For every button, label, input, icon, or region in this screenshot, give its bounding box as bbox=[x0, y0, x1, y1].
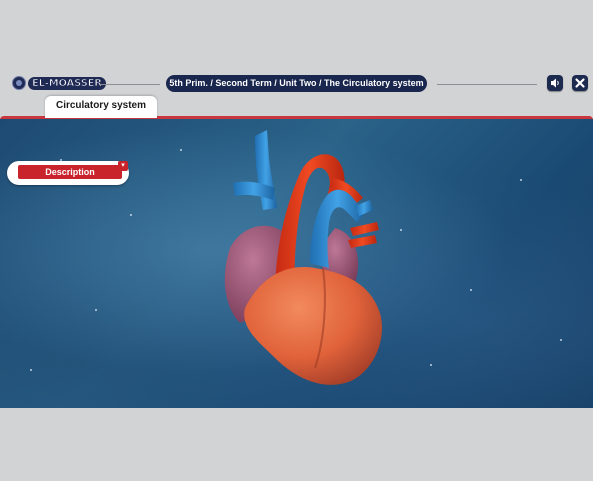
chevron-down-icon[interactable]: ▾ bbox=[118, 161, 128, 171]
close-button[interactable] bbox=[572, 75, 588, 91]
breadcrumb: 5th Prim. / Second Term / Unit Two / The… bbox=[166, 75, 427, 92]
superior-vena-cava bbox=[255, 130, 277, 210]
header-divider-left bbox=[100, 84, 160, 85]
star bbox=[180, 149, 182, 151]
star bbox=[95, 309, 97, 311]
logo: EL-MOASSER bbox=[12, 75, 106, 91]
logo-text: EL-MOASSER bbox=[28, 76, 106, 90]
description-button[interactable]: Description bbox=[18, 165, 122, 179]
star bbox=[560, 339, 562, 341]
sound-button[interactable] bbox=[547, 75, 563, 91]
star bbox=[400, 229, 402, 231]
star bbox=[30, 369, 32, 371]
globe-icon bbox=[12, 76, 26, 90]
tab-circulatory-system[interactable]: Circulatory system bbox=[45, 96, 157, 118]
ventricles bbox=[244, 267, 382, 385]
artery-branch-1 bbox=[350, 222, 379, 236]
star bbox=[470, 289, 472, 291]
speaker-icon bbox=[551, 78, 559, 88]
close-icon bbox=[575, 78, 585, 88]
star bbox=[430, 364, 432, 366]
artery-branch-2 bbox=[348, 235, 377, 248]
star bbox=[520, 179, 522, 181]
star bbox=[130, 214, 132, 216]
heart-3d-model[interactable] bbox=[205, 118, 395, 393]
description-panel[interactable]: Description ▾ bbox=[7, 161, 129, 185]
header-divider-right bbox=[437, 84, 537, 85]
